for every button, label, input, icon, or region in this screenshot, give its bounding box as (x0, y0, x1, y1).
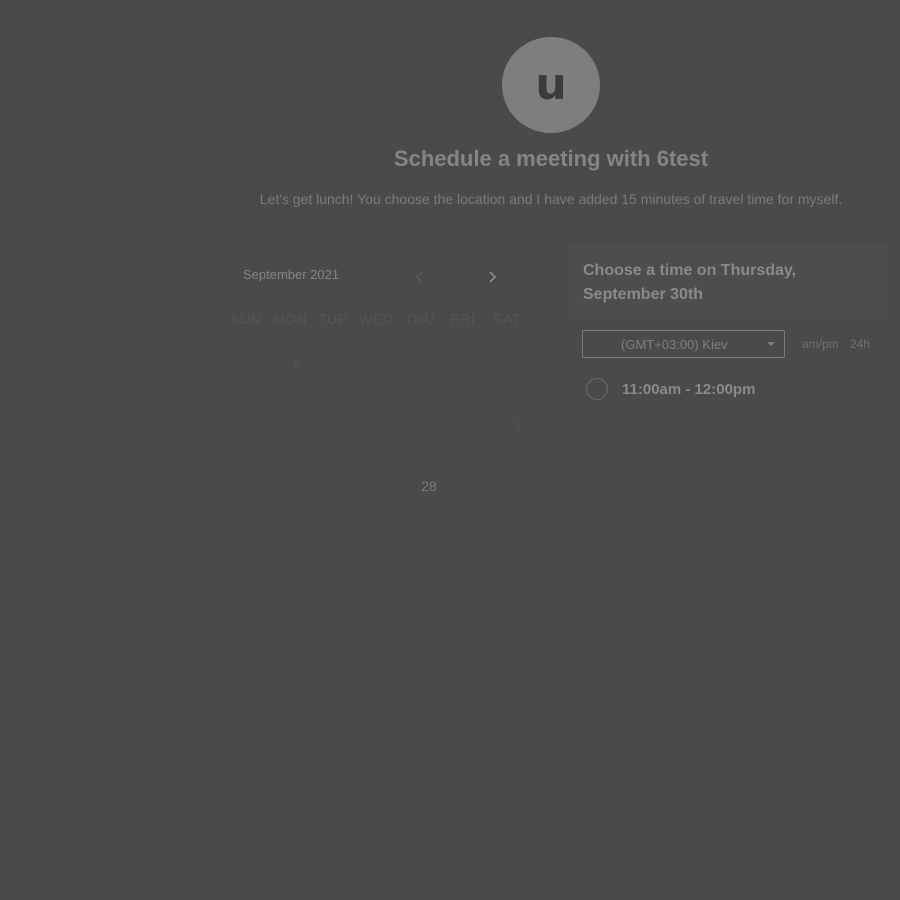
calendar-month-label: September 2021 (243, 267, 340, 282)
scheduling-page: u Schedule a meeting with 6test Let's ge… (0, 0, 900, 900)
page-title: Schedule a meeting with 6test (393, 146, 709, 171)
format-24h-toggle[interactable]: 24h (850, 337, 870, 351)
timezone-select[interactable]: (GMT+03:00) Kiev (582, 330, 785, 358)
weekday-sat: SAT (493, 311, 521, 327)
avatar-initial: u (535, 59, 567, 110)
chevron-left-icon (415, 271, 423, 283)
weekday-tue: TUE (318, 311, 348, 327)
time-slot-label: 11:00am - 12:00pm (622, 381, 756, 398)
prev-month-button[interactable] (409, 266, 431, 288)
time-panel-title: Choose a time on Thursday, September 30t… (583, 262, 797, 303)
format-ampm-toggle[interactable]: am/pm (802, 337, 839, 351)
avatar: u (502, 37, 600, 133)
timezone-value: (GMT+03:00) Kiev (621, 337, 728, 352)
calendar-day: 6 (294, 356, 302, 372)
caret-down-icon (767, 342, 775, 346)
time-slot[interactable]: 11:00am - 12:00pm (586, 378, 846, 402)
calendar-day[interactable]: 28 (414, 474, 444, 498)
weekday-mon: MON (272, 311, 308, 327)
page-description: Let's get lunch! You choose the location… (259, 191, 843, 207)
time-slot-radio[interactable] (586, 378, 608, 400)
weekday-fri: FRI (450, 311, 476, 327)
weekday-sun: SUN (230, 311, 262, 327)
weekday-wed: WED (358, 311, 394, 327)
calendar-day: 5 (513, 417, 521, 433)
weekday-thu: THU (404, 311, 436, 327)
chevron-right-icon (489, 271, 497, 283)
next-month-button[interactable] (481, 266, 503, 288)
